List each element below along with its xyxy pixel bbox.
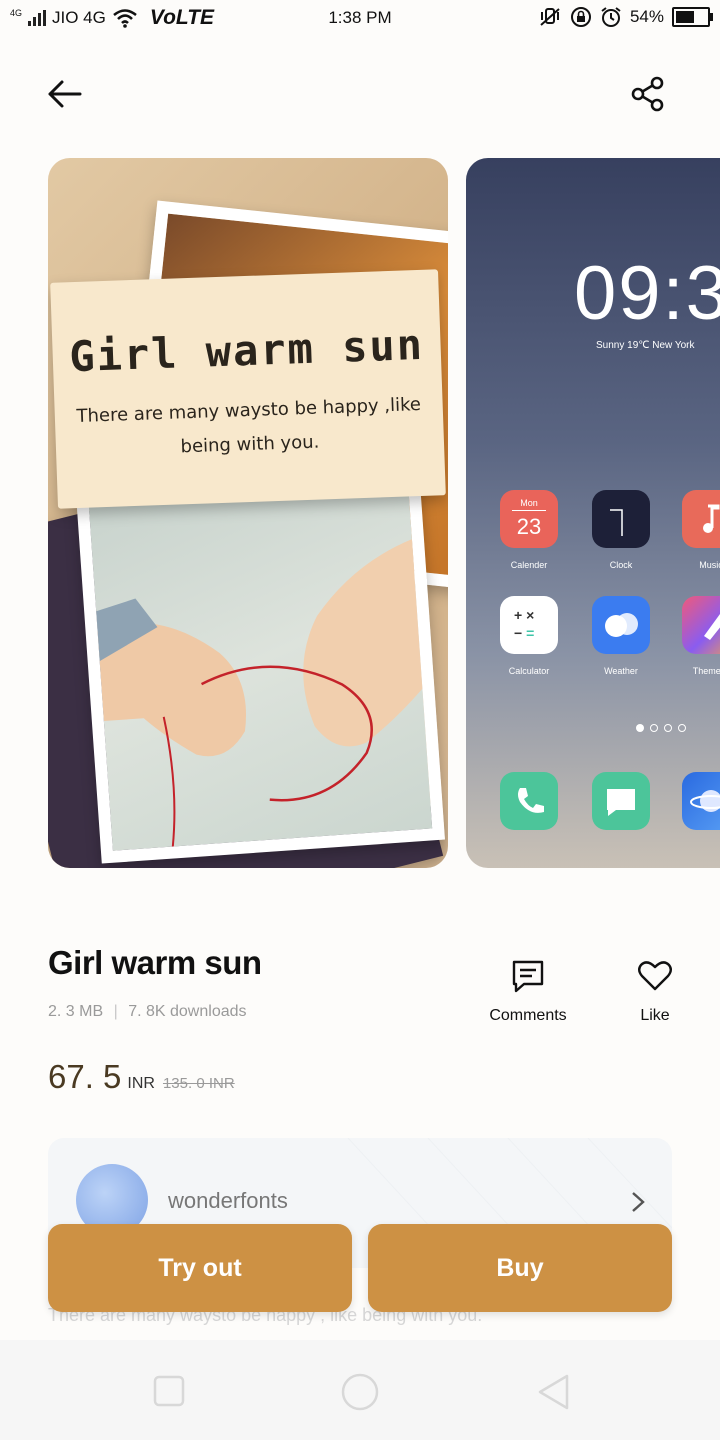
preview-card-cover[interactable]: Girl warm sun There are many waysto be h… — [48, 158, 448, 868]
app-label-theme-store: Theme S — [692, 666, 720, 676]
like-button[interactable]: Like — [615, 958, 695, 1025]
price-value: 67. 5 — [48, 1058, 122, 1095]
author-name: wonderfonts — [168, 1188, 288, 1213]
theme-meta: 2. 3 MB | 7. 8K downloads — [48, 1003, 247, 1021]
music-note-icon — [703, 504, 720, 533]
clock-hands-icon — [610, 509, 623, 536]
meta-separator: | — [113, 1003, 118, 1020]
buy-button[interactable]: Buy — [368, 1224, 672, 1312]
calendar-month: Mon — [520, 498, 538, 508]
nav-back-button[interactable] — [534, 1372, 574, 1412]
rotation-lock-icon — [570, 7, 591, 27]
hands-illustration — [96, 539, 423, 847]
square-icon — [153, 1375, 185, 1407]
battery-icon — [672, 7, 713, 27]
app-label-music: Music — [699, 560, 720, 570]
like-label: Like — [640, 1007, 670, 1024]
comment-icon — [512, 960, 544, 993]
calculator-app-icon[interactable]: + × − = — [500, 596, 558, 654]
note-subtitle-line2: being with you. — [180, 431, 320, 458]
heart-icon — [638, 961, 672, 991]
share-button[interactable] — [628, 76, 668, 112]
theme-store-app-icon[interactable] — [682, 596, 720, 654]
note-title: Girl warm sun — [68, 319, 425, 382]
status-bar: 4G JIO 4G VoLTE 1:38 PM 54% — [0, 0, 720, 36]
note-subtitle-line1: There are many waysto be happy ,like — [76, 393, 422, 427]
weather-app-icon[interactable] — [592, 596, 650, 654]
lock-weather: Sunny 19℃ New York — [596, 340, 695, 351]
back-button[interactable] — [44, 76, 84, 112]
navigation-bar — [0, 1340, 720, 1440]
chevron-right-icon — [632, 1192, 645, 1212]
alarm-icon — [601, 7, 621, 27]
vibrate-icon — [540, 8, 560, 26]
planet-icon — [690, 790, 720, 812]
circle-icon — [341, 1373, 379, 1411]
title-note: Girl warm sun There are many waysto be h… — [50, 269, 446, 509]
phone-app-icon[interactable] — [500, 772, 558, 830]
battery-percent: 54% — [629, 7, 664, 26]
original-price: 135. 0 INR — [162, 1075, 235, 1092]
comments-button[interactable]: Comments — [478, 958, 578, 1025]
price-row: 67. 5 INR 135. 0 INR — [48, 1058, 235, 1096]
back-arrow-icon — [48, 80, 82, 108]
photo-hands — [75, 456, 445, 864]
calculator-symbols-icon: + × − = — [514, 607, 535, 641]
calendar-app-icon[interactable]: Mon 23 — [500, 490, 558, 548]
try-out-button[interactable]: Try out — [48, 1224, 352, 1312]
lock-time: 09:3 — [574, 251, 720, 336]
status-right: 54% — [538, 6, 713, 28]
theme-size: 2. 3 MB — [48, 1003, 104, 1020]
message-bubble-icon — [607, 789, 635, 816]
app-label-weather: Weather — [604, 666, 638, 676]
theme-title: Girl warm sun — [48, 944, 262, 981]
music-app-icon[interactable] — [682, 490, 720, 548]
preview-card-homescreen[interactable]: 09:3 Sunny 19℃ New York Mon 23 Calender … — [466, 158, 720, 868]
triangle-back-icon — [538, 1374, 569, 1410]
app-label-calendar: Calender — [510, 560, 548, 570]
browser-app-icon[interactable] — [682, 772, 720, 830]
app-label-calculator: Calculator — [508, 666, 550, 676]
page-indicator — [636, 724, 686, 732]
phone-handset-icon — [518, 788, 544, 813]
theme-downloads: 7. 8K downloads — [128, 1003, 247, 1020]
brush-icon — [704, 614, 720, 640]
messages-app-icon[interactable] — [592, 772, 650, 830]
comments-label: Comments — [489, 1007, 567, 1024]
app-label-clock: Clock — [609, 560, 633, 570]
share-icon — [631, 76, 664, 112]
recent-apps-button[interactable] — [152, 1374, 186, 1408]
price-currency: INR — [127, 1075, 155, 1092]
clock-app-icon[interactable] — [592, 490, 650, 548]
cloud-icon — [605, 613, 638, 637]
calendar-day: 23 — [516, 514, 542, 539]
home-button[interactable] — [340, 1372, 380, 1412]
